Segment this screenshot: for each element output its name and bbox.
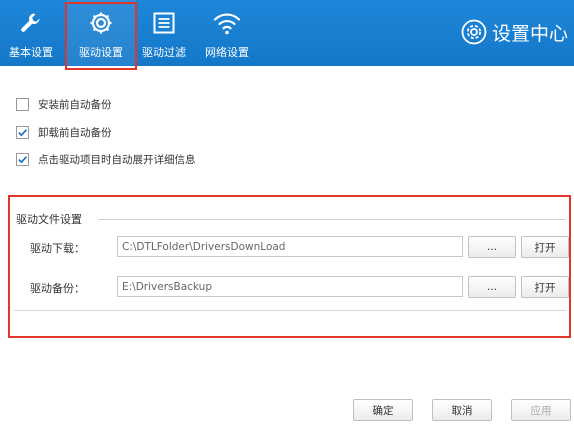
list-icon xyxy=(148,9,180,37)
cancel-button[interactable]: 取消 xyxy=(432,399,492,421)
settings-window: 基本设置 驱动设置 驱动过滤 网络设置 设置中心 安装前自动备份 卸载前自动备份… xyxy=(0,0,574,424)
tab-label: 驱动设置 xyxy=(79,46,123,59)
driver-files-title: 驱动文件设置 xyxy=(16,213,82,226)
download-path-label: 驱动下载： xyxy=(30,242,85,255)
option-backup-before-install[interactable]: 安装前自动备份 xyxy=(16,97,112,111)
top-toolbar: 基本设置 驱动设置 驱动过滤 网络设置 设置中心 xyxy=(0,0,574,70)
settings-center-label: 设置中心 xyxy=(491,22,568,45)
gear-icon xyxy=(85,9,117,37)
checkbox-unchecked[interactable] xyxy=(16,97,29,111)
group-divider xyxy=(98,219,566,220)
option-label: 点击驱动项目时自动展开详细信息 xyxy=(38,153,196,166)
backup-browse-button[interactable]: ... xyxy=(468,276,516,298)
download-path-input[interactable] xyxy=(117,236,463,257)
tab-basic-settings[interactable]: 基本设置 xyxy=(0,0,62,66)
download-browse-button[interactable]: ... xyxy=(468,236,516,258)
ok-button[interactable]: 确定 xyxy=(353,399,413,421)
check-icon xyxy=(18,155,28,163)
tab-label: 基本设置 xyxy=(9,46,53,59)
tab-label: 网络设置 xyxy=(205,46,249,59)
option-auto-expand-details[interactable]: 点击驱动项目时自动展开详细信息 xyxy=(16,152,196,166)
driver-files-highlight xyxy=(8,195,571,338)
wrench-icon xyxy=(15,9,47,37)
settings-center-icon xyxy=(461,19,487,45)
backup-path-input[interactable] xyxy=(117,276,463,297)
apply-button[interactable]: 应用 xyxy=(511,399,571,421)
tab-label: 驱动过滤 xyxy=(142,46,186,59)
option-label: 卸载前自动备份 xyxy=(38,126,112,139)
checkbox-checked[interactable] xyxy=(16,152,29,166)
settings-center-title: 设置中心 xyxy=(461,16,568,48)
backup-path-label: 驱动备份： xyxy=(30,282,85,295)
option-label: 安装前自动备份 xyxy=(38,98,112,111)
tab-driver-settings[interactable]: 驱动设置 xyxy=(66,0,136,66)
wifi-icon xyxy=(211,9,243,37)
download-open-button[interactable]: 打开 xyxy=(521,236,569,258)
option-backup-before-uninstall[interactable]: 卸载前自动备份 xyxy=(16,125,112,139)
check-icon xyxy=(18,128,28,136)
backup-open-button[interactable]: 打开 xyxy=(521,276,569,298)
checkbox-checked[interactable] xyxy=(16,125,29,139)
tab-network-settings[interactable]: 网络设置 xyxy=(196,0,258,66)
tab-driver-filter[interactable]: 驱动过滤 xyxy=(138,0,190,66)
group-bottom-divider xyxy=(14,310,566,311)
